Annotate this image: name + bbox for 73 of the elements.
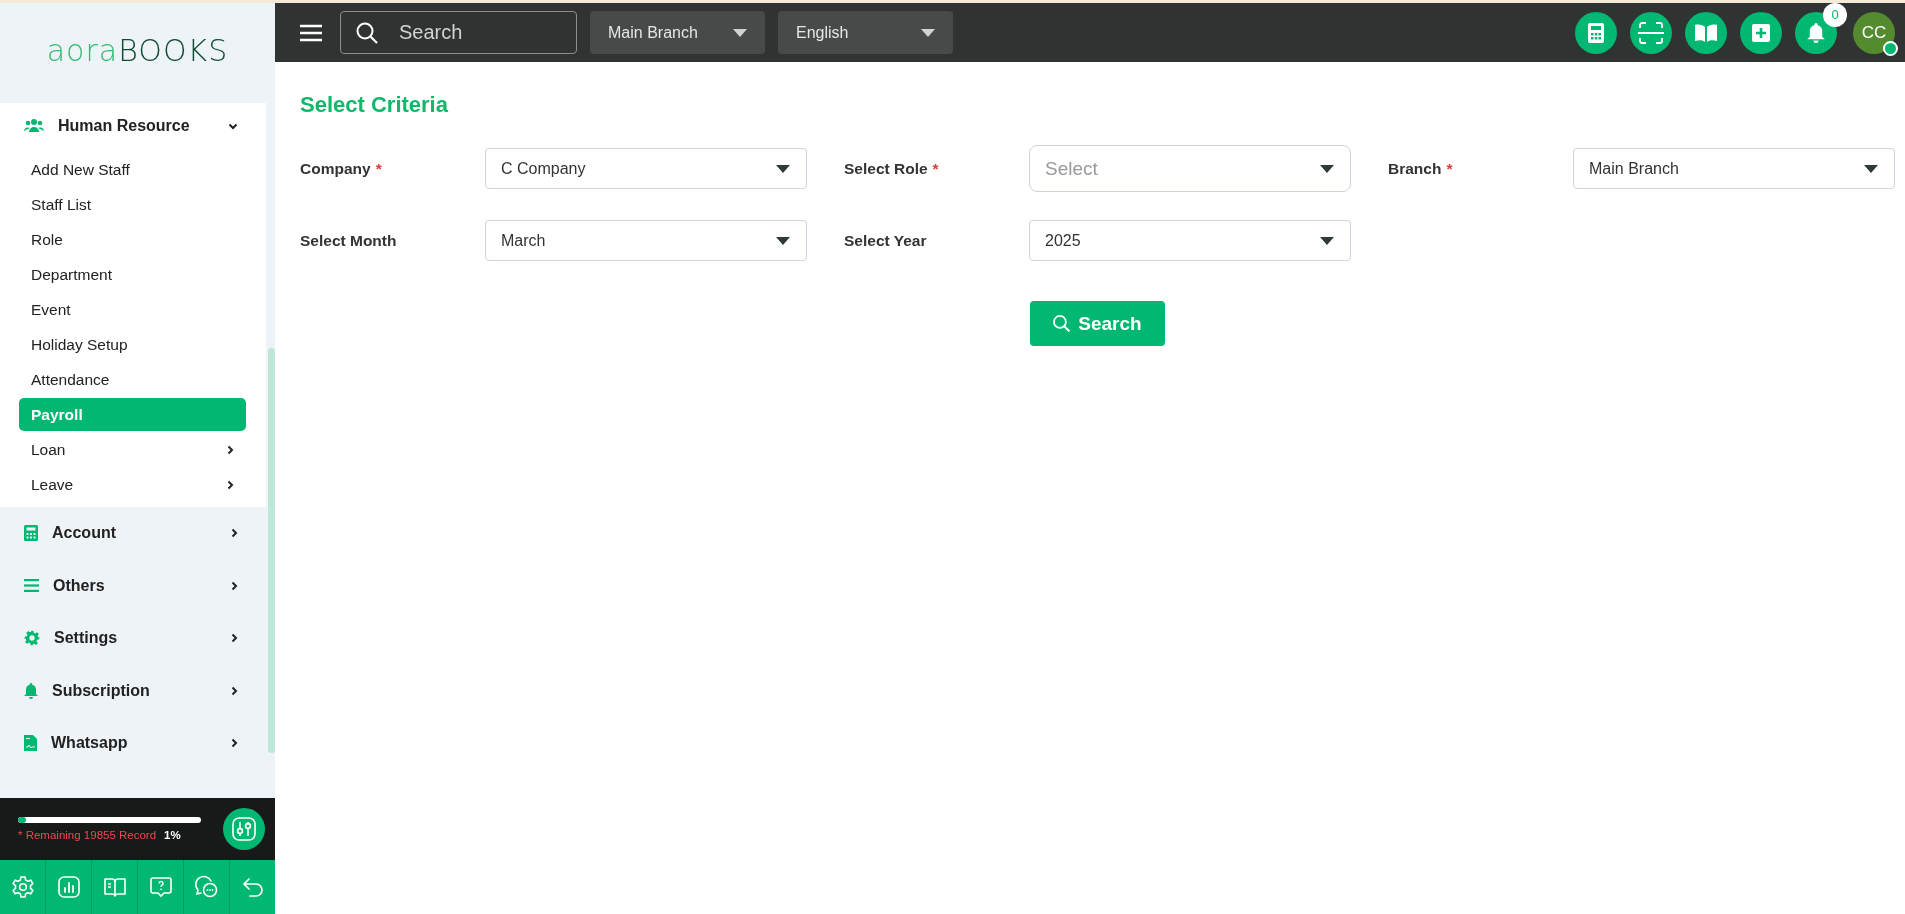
sidebar-section[interactable]: Human Resource bbox=[0, 103, 266, 149]
search-field[interactable]: Search bbox=[340, 11, 577, 54]
select-field[interactable]: March bbox=[485, 220, 807, 261]
sidebar-item[interactable]: Event bbox=[19, 293, 246, 326]
chevron-right-icon bbox=[231, 633, 238, 644]
plus-icon bbox=[1752, 23, 1770, 42]
sidebar-item[interactable]: Holiday Setup bbox=[19, 328, 246, 361]
sidebar-item[interactable]: Staff List bbox=[19, 188, 246, 221]
add-button[interactable] bbox=[1740, 11, 1782, 54]
usage-percent: 1% bbox=[164, 829, 181, 841]
sliders-icon bbox=[231, 816, 257, 842]
sidebar-item[interactable]: Attendance bbox=[19, 363, 246, 396]
chart-icon[interactable] bbox=[56, 875, 81, 899]
language-dropdown[interactable]: English bbox=[778, 11, 953, 54]
caret-icon bbox=[733, 28, 747, 37]
sidebar-section[interactable]: Whatsapp bbox=[0, 717, 266, 770]
bell-icon bbox=[24, 682, 38, 699]
list-icon bbox=[24, 579, 39, 593]
chevron-right-icon bbox=[231, 528, 238, 539]
sidebar-section[interactable]: Others bbox=[0, 559, 266, 612]
select-field[interactable]: 2025 bbox=[1029, 220, 1351, 261]
chevron-right-icon bbox=[231, 580, 238, 591]
sidebar-item[interactable]: Role bbox=[19, 223, 246, 256]
field-label: Select Role * bbox=[844, 159, 940, 178]
calculator-icon bbox=[1588, 22, 1604, 43]
sidebar-item[interactable]: Add New Staff bbox=[19, 153, 246, 186]
caret-icon bbox=[776, 236, 790, 245]
calculator-button[interactable] bbox=[1575, 11, 1617, 54]
caret-icon bbox=[1320, 236, 1334, 245]
undo-icon[interactable] bbox=[240, 875, 265, 899]
notification-count: 0 bbox=[1823, 2, 1847, 27]
caret-icon bbox=[776, 164, 790, 173]
caret-icon bbox=[1320, 164, 1334, 173]
settings-icon[interactable] bbox=[10, 875, 35, 899]
scan-button[interactable] bbox=[1630, 11, 1672, 54]
sidebar-item[interactable]: Leave bbox=[19, 468, 246, 501]
sidebar-section[interactable]: Subscription bbox=[0, 664, 266, 717]
gear-icon bbox=[24, 630, 40, 647]
search-icon bbox=[355, 21, 379, 45]
user-avatar[interactable]: CC bbox=[1853, 11, 1895, 54]
field-label: Select Year bbox=[844, 231, 928, 250]
field-label: Branch * bbox=[1388, 159, 1454, 178]
caret-icon bbox=[921, 28, 935, 37]
adjustments-button[interactable] bbox=[223, 808, 265, 850]
bell-icon bbox=[1807, 22, 1825, 43]
chevron-right-icon bbox=[231, 685, 238, 696]
chevron-right-icon bbox=[231, 738, 238, 749]
select-field[interactable]: Main Branch bbox=[1573, 148, 1895, 189]
book-button[interactable] bbox=[1685, 11, 1727, 54]
document-icon bbox=[24, 735, 37, 752]
sidebar-section[interactable]: Account bbox=[0, 507, 266, 560]
calculator-icon bbox=[24, 525, 38, 542]
field-label: Company * bbox=[300, 159, 383, 178]
sidebar-section[interactable]: Settings bbox=[0, 612, 266, 665]
branch-dropdown[interactable]: Main Branch bbox=[590, 11, 765, 54]
sidebar-item[interactable]: Loan bbox=[19, 433, 246, 466]
chevron-down-icon bbox=[228, 122, 238, 130]
help-icon[interactable] bbox=[148, 875, 173, 899]
remaining-records-text: * Remaining 19855 Record bbox=[18, 829, 157, 841]
book-icon bbox=[1695, 23, 1717, 42]
logo: aora BOOKS bbox=[46, 32, 229, 68]
sidebar-item[interactable]: Department bbox=[19, 258, 246, 291]
search-icon bbox=[1052, 314, 1072, 333]
scrollbar-thumb[interactable] bbox=[268, 348, 275, 753]
select-field[interactable]: C Company bbox=[485, 148, 807, 189]
users-icon bbox=[24, 118, 44, 134]
menu-icon[interactable] bbox=[300, 23, 322, 42]
caret-icon bbox=[1864, 164, 1878, 173]
chat-icon[interactable] bbox=[194, 875, 219, 899]
section-title: Select Criteria bbox=[300, 92, 449, 118]
notifications-button[interactable] bbox=[1795, 11, 1837, 54]
field-label: Select Month bbox=[300, 231, 398, 250]
scan-icon bbox=[1638, 20, 1664, 45]
